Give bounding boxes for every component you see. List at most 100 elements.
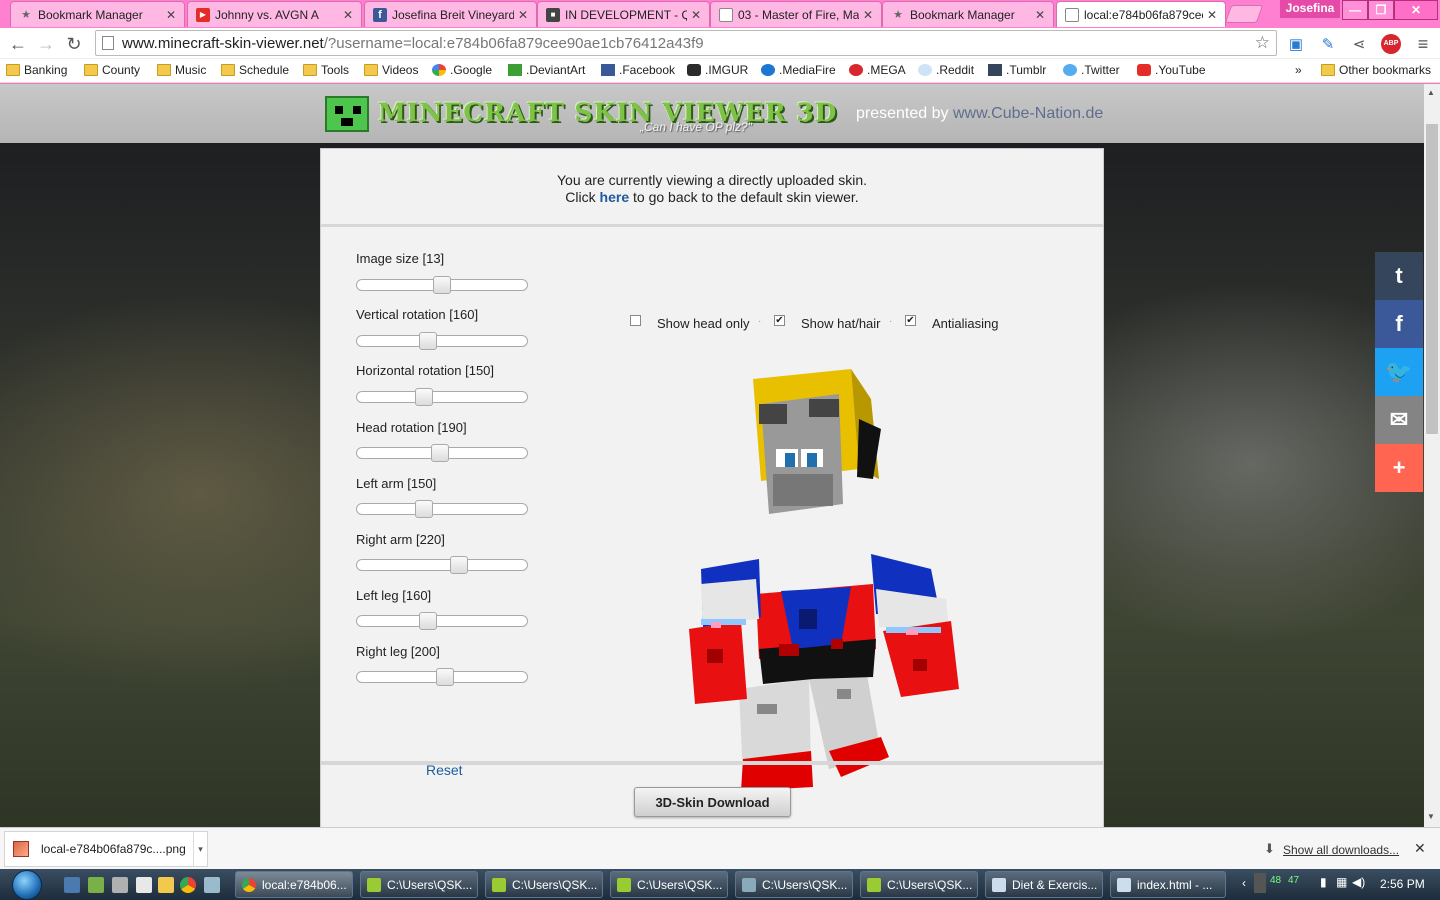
close-icon[interactable]: ✕ [863,8,873,22]
bookmark-imgur[interactable]: .IMGUR [687,63,748,77]
signal-icon[interactable]: ▦ [1336,875,1347,889]
slider-thumb[interactable] [431,444,450,462]
bookmark-videos[interactable]: Videos [364,63,418,77]
forward-button[interactable]: → [34,32,58,56]
new-tab-button[interactable] [1224,5,1264,23]
slider-horizontal-rotation[interactable] [356,388,528,406]
other-bookmarks[interactable]: Other bookmarks [1321,63,1431,77]
app-icon[interactable] [88,877,104,893]
tab-bookmark-manager[interactable]: ★ Bookmark Manager ✕ [10,1,185,27]
calculator-icon[interactable] [112,877,128,893]
close-icon[interactable]: ✕ [343,8,353,22]
bookmark-banking[interactable]: Banking [6,63,67,77]
taskbar-task-notepad-4[interactable]: C:\Users\QSK... [735,871,853,898]
slider-head-rotation[interactable] [356,444,528,462]
window-close-button[interactable]: ✕ [1394,0,1438,20]
close-icon[interactable]: ✕ [166,8,176,22]
address-bar[interactable]: www.minecraft-skin-viewer.net/?username=… [95,30,1277,56]
slider-vertical-rotation[interactable] [356,332,528,350]
taskbar-task-notepad-2[interactable]: C:\Users\QSK... [485,871,603,898]
chrome-icon[interactable] [180,877,196,893]
show-all-downloads-link[interactable]: Show all downloads... [1283,843,1399,857]
close-icon[interactable]: ✕ [1207,8,1217,22]
share-tumblr-button[interactable]: t [1375,252,1423,300]
taskbar-task-notepad-5[interactable]: C:\Users\QSK... [860,871,978,898]
cube-nation-link[interactable]: www.Cube-Nation.de [953,105,1103,122]
back-button[interactable]: ← [6,32,30,56]
start-button[interactable] [4,869,50,900]
skin-download-button[interactable]: 3D-Skin Download [634,787,791,817]
tab-bookmark-manager-2[interactable]: ★ Bookmark Manager ✕ [882,1,1054,27]
slider-thumb[interactable] [414,500,433,518]
app-icon[interactable] [204,877,220,893]
reload-button[interactable]: ↻ [62,32,86,56]
antialiasing-checkbox[interactable]: ✔ [905,315,916,326]
taskbar-task-notepad-1[interactable]: C:\Users\QSK... [360,871,478,898]
bookmark-youtube[interactable]: .YouTube [1137,63,1206,77]
folder-icon[interactable] [158,877,174,893]
share-facebook-button[interactable]: f [1375,300,1423,348]
slider-thumb[interactable] [436,668,455,686]
close-icon[interactable]: ✕ [1414,840,1426,857]
tray-app-icon[interactable] [1254,873,1266,893]
bookmark-twitter[interactable]: .Twitter [1063,63,1120,77]
bookmark-star-icon[interactable]: ☆ [1255,33,1270,53]
slider-thumb[interactable] [433,276,451,294]
menu-icon[interactable]: ≡ [1412,33,1434,55]
slider-thumb[interactable] [419,332,438,350]
download-item[interactable]: local-e784b06fa879c....png ▾ [4,831,208,867]
adblock-icon[interactable]: ABP [1380,33,1402,55]
slider-thumb[interactable] [419,612,438,630]
minimize-button[interactable]: — [1342,0,1368,20]
taskbar-task-index-html[interactable]: index.html - ... [1110,871,1226,898]
network-icon[interactable]: ▮ [1320,875,1327,889]
slider-right-leg[interactable] [356,668,528,686]
slider-left-arm[interactable] [356,500,528,518]
bookmark-google[interactable]: .Google [432,63,492,77]
taskbar-task-diet[interactable]: Diet & Exercis... [985,871,1103,898]
volume-icon[interactable]: ◀) [1352,875,1365,889]
tab-facebook[interactable]: f Josefina Breit Vineyard ✕ [364,1,537,27]
back-to-default-link[interactable]: here [600,189,630,205]
slider-left-leg[interactable] [356,612,528,630]
scrollbar-thumb[interactable] [1426,124,1438,434]
bookmark-music[interactable]: Music [157,63,206,77]
extension-icon[interactable]: ▣ [1285,33,1307,55]
download-menu-chevron-icon[interactable]: ▾ [193,832,207,866]
share-icon[interactable]: ⋖ [1348,33,1370,55]
scroll-down-icon[interactable]: ▼ [1427,812,1435,821]
tab-master-of-fire[interactable]: 03 - Master of Fire, Ma ✕ [710,1,882,27]
restore-button[interactable]: ❐ [1368,0,1394,20]
slider-thumb[interactable] [414,388,433,406]
skin-3d-render[interactable] [661,359,961,799]
bookmark-tumblr[interactable]: .Tumblr [988,63,1046,77]
taskbar-task-chrome[interactable]: local:e784b06... [235,871,353,898]
tab-active-skin-viewer[interactable]: local:e784b06fa879cee ✕ [1056,1,1226,27]
slider-image-size[interactable] [356,276,528,294]
close-icon[interactable]: ✕ [691,8,701,22]
bookmark-county[interactable]: County [84,63,140,77]
bookmark-reddit[interactable]: .Reddit [918,63,974,77]
show-head-only-checkbox[interactable] [630,315,641,326]
tray-expand-icon[interactable]: ‹ [1242,876,1246,890]
share-email-button[interactable]: ✉ [1375,396,1423,444]
scroll-up-icon[interactable]: ▲ [1427,88,1435,97]
profile-button[interactable]: Josefina [1280,0,1340,18]
slider-right-arm[interactable] [356,556,528,574]
show-desktop-icon[interactable] [64,877,80,893]
clock[interactable]: 2:56 PM [1380,877,1425,891]
bookmark-deviantart[interactable]: .DeviantArt [508,63,585,77]
share-twitter-button[interactable]: 🐦 [1375,348,1423,396]
taskbar-task-notepad-3[interactable]: C:\Users\QSK... [610,871,728,898]
bookmark-mediafire[interactable]: .MediaFire [761,63,836,77]
tab-in-development[interactable]: ■ IN DEVELOPMENT - Q ✕ [537,1,710,27]
bookmarks-overflow-button[interactable]: » [1295,63,1302,77]
close-icon[interactable]: ✕ [518,8,528,22]
bookmark-facebook[interactable]: .Facebook [601,63,675,77]
bookmark-schedule[interactable]: Schedule [221,63,289,77]
page-scrollbar[interactable]: ▲ ▼ [1424,84,1440,827]
bookmark-mega[interactable]: .MEGA [849,63,906,77]
extension-pen-icon[interactable]: ✎ [1317,33,1339,55]
show-hat-hair-checkbox[interactable]: ✔ [774,315,785,326]
close-icon[interactable]: ✕ [1035,8,1045,22]
